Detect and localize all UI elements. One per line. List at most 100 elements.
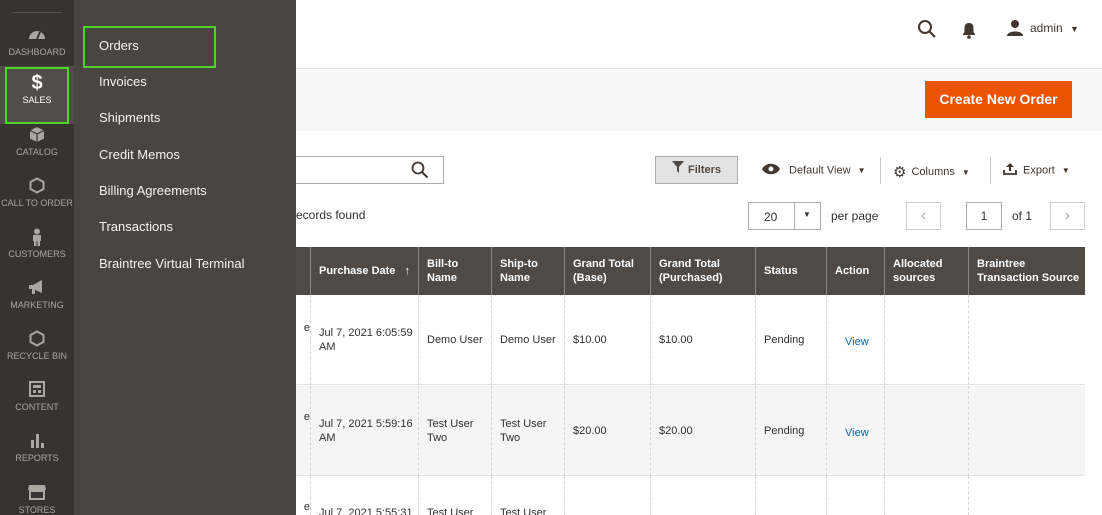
cell-grand-total-base: [564, 476, 650, 515]
previous-page-button[interactable]: ‹: [906, 202, 941, 230]
hexagon-icon: [0, 177, 74, 195]
export-dropdown[interactable]: Export ▼: [1003, 163, 1070, 178]
per-page-value: 20: [764, 210, 778, 224]
cell-grand-total-purchased: [650, 476, 755, 515]
table-row[interactable]: e Jul 7, 2021 5:59:16 AM Test User Two T…: [296, 386, 1085, 476]
sidebar-item-content[interactable]: CONTENT: [0, 381, 74, 412]
cell-status: Pending: [755, 386, 826, 476]
sidebar-item-dashboard[interactable]: DASHBOARD: [0, 26, 74, 57]
chevron-down-icon: ▼: [803, 210, 811, 219]
submenu-item-invoices[interactable]: Invoices: [99, 74, 147, 89]
sidebar-item-label: DASHBOARD: [8, 47, 66, 57]
cell-bill-to-name: Demo User: [418, 295, 491, 385]
sidebar-item-marketing[interactable]: MARKETING: [0, 279, 74, 310]
cell-ship-to-name: Test User: [491, 476, 564, 515]
keyword-search-input[interactable]: [296, 156, 444, 184]
store-icon: [0, 484, 74, 502]
column-header-braintree-transaction-source[interactable]: Braintree Transaction Source: [968, 247, 1085, 295]
column-header-status[interactable]: Status: [755, 247, 826, 295]
page-total-text: of 1: [1012, 209, 1033, 223]
bar-chart-icon: [0, 432, 74, 450]
column-header-grand-total-purchased[interactable]: Grand Total (Purchased): [650, 247, 755, 295]
column-header-grand-total-base[interactable]: Grand Total (Base): [564, 247, 650, 295]
person-icon: [0, 228, 74, 246]
cell-bill-to-name: Test User: [418, 476, 491, 515]
sort-arrow-icon: ↑: [404, 265, 410, 277]
per-page-select[interactable]: 20 ▼: [748, 202, 821, 230]
cell-status: Pending: [755, 295, 826, 385]
cell-purchase-date: Jul 7, 2021 5:55:31: [310, 476, 418, 515]
column-header-label: Purchase Date: [319, 265, 396, 277]
toolbar-divider: [990, 157, 991, 184]
toolbar-divider: [880, 157, 881, 184]
sidebar-item-label: MARKETING: [10, 300, 64, 310]
view-order-link[interactable]: View: [826, 386, 884, 476]
column-header-allocated-sources[interactable]: Allocated sources: [884, 247, 968, 295]
page-number-input[interactable]: 1: [966, 202, 1002, 230]
table-row[interactable]: e Jul 7, 2021 5:55:31 Test User Test Use…: [296, 476, 1085, 515]
column-header-label: Action: [835, 265, 870, 277]
sidebar-item-label: CUSTOMERS: [8, 249, 66, 259]
submenu-item-transactions[interactable]: Transactions: [99, 219, 173, 234]
sidebar-item-reports[interactable]: REPORTS: [0, 432, 74, 463]
column-header-label: Ship-to Name: [500, 258, 538, 284]
eye-icon: [761, 163, 781, 178]
dashboard-icon: [0, 26, 74, 44]
orders-highlight-box: [83, 26, 216, 68]
table-row[interactable]: e Jul 7, 2021 6:05:59 AM Demo User Demo …: [296, 295, 1085, 385]
notifications-bell-icon[interactable]: [961, 21, 981, 41]
submenu-item-credit-memos[interactable]: Credit Memos: [99, 147, 180, 162]
per-page-label: per page: [831, 209, 879, 223]
column-header-action[interactable]: Action: [826, 247, 884, 295]
chevron-down-icon: ▼: [1061, 166, 1070, 176]
sidebar-item-call-to-order[interactable]: CALL TO ORDER: [0, 177, 74, 208]
per-page-toggle[interactable]: ▼: [794, 203, 820, 229]
cell-grand-total-base: $20.00: [564, 386, 650, 476]
columns-dropdown[interactable]: ⚙ Columns ▼: [893, 163, 970, 181]
user-icon[interactable]: [1006, 19, 1026, 39]
export-icon: [1003, 163, 1017, 178]
column-header-label: Bill-to Name: [427, 258, 459, 284]
funnel-icon: [671, 157, 684, 183]
column-header-label: Braintree Transaction Source: [977, 258, 1080, 284]
cell-grand-total-purchased: $10.00: [650, 295, 755, 385]
submenu-item-shipments[interactable]: Shipments: [99, 110, 160, 125]
admin-username: admin: [1030, 21, 1063, 35]
default-view-dropdown[interactable]: Default View ▼: [761, 163, 866, 178]
filters-button[interactable]: Filters: [655, 156, 738, 184]
search-icon[interactable]: [917, 19, 937, 39]
cell-grand-total-base: $10.00: [564, 295, 650, 385]
records-found-text: ecords found: [296, 208, 366, 222]
next-page-button[interactable]: ›: [1050, 202, 1085, 230]
gear-icon: ⚙: [893, 164, 907, 181]
submenu-item-billing-agreements[interactable]: Billing Agreements: [99, 183, 207, 198]
chevron-left-icon: ‹: [920, 207, 927, 224]
column-header-ship-to-name[interactable]: Ship-to Name: [491, 247, 564, 295]
filters-label: Filters: [687, 164, 721, 176]
sidebar-item-label: CATALOG: [16, 147, 58, 157]
cell-status: [755, 476, 826, 515]
cell-ship-to-name: Demo User: [491, 295, 564, 385]
column-header-label: Allocated sources: [893, 258, 943, 284]
row-cell-truncated: e: [303, 501, 310, 513]
sidebar-divider: [12, 12, 62, 13]
sidebar-item-label: RECYCLE BIN: [6, 351, 68, 361]
cell-grand-total-purchased: $20.00: [650, 386, 755, 476]
view-order-link[interactable]: View: [826, 295, 884, 385]
create-new-order-button[interactable]: Create New Order: [925, 81, 1072, 118]
sidebar-item-recycle-bin[interactable]: RECYCLE BIN: [0, 330, 74, 361]
column-header-purchase-date[interactable]: Purchase Date ↑: [310, 247, 418, 295]
export-label: Export: [1023, 164, 1055, 177]
column-header-label: Grand Total (Base): [573, 258, 634, 284]
search-icon[interactable]: [411, 161, 429, 182]
sidebar-item-customers[interactable]: CUSTOMERS: [0, 228, 74, 259]
row-cell-truncated: e: [303, 411, 310, 423]
columns-label: Columns: [911, 165, 955, 178]
admin-user-menu[interactable]: admin ▼: [1030, 21, 1079, 35]
column-header-bill-to-name[interactable]: Bill-to Name: [418, 247, 491, 295]
sidebar-item-stores[interactable]: STORES: [0, 484, 74, 515]
hexagon-icon: [0, 330, 74, 348]
sidebar-item-catalog[interactable]: CATALOG: [0, 126, 74, 157]
chevron-down-icon: ▼: [961, 167, 970, 177]
submenu-item-braintree-virtual-terminal[interactable]: Braintree Virtual Terminal: [99, 256, 244, 271]
